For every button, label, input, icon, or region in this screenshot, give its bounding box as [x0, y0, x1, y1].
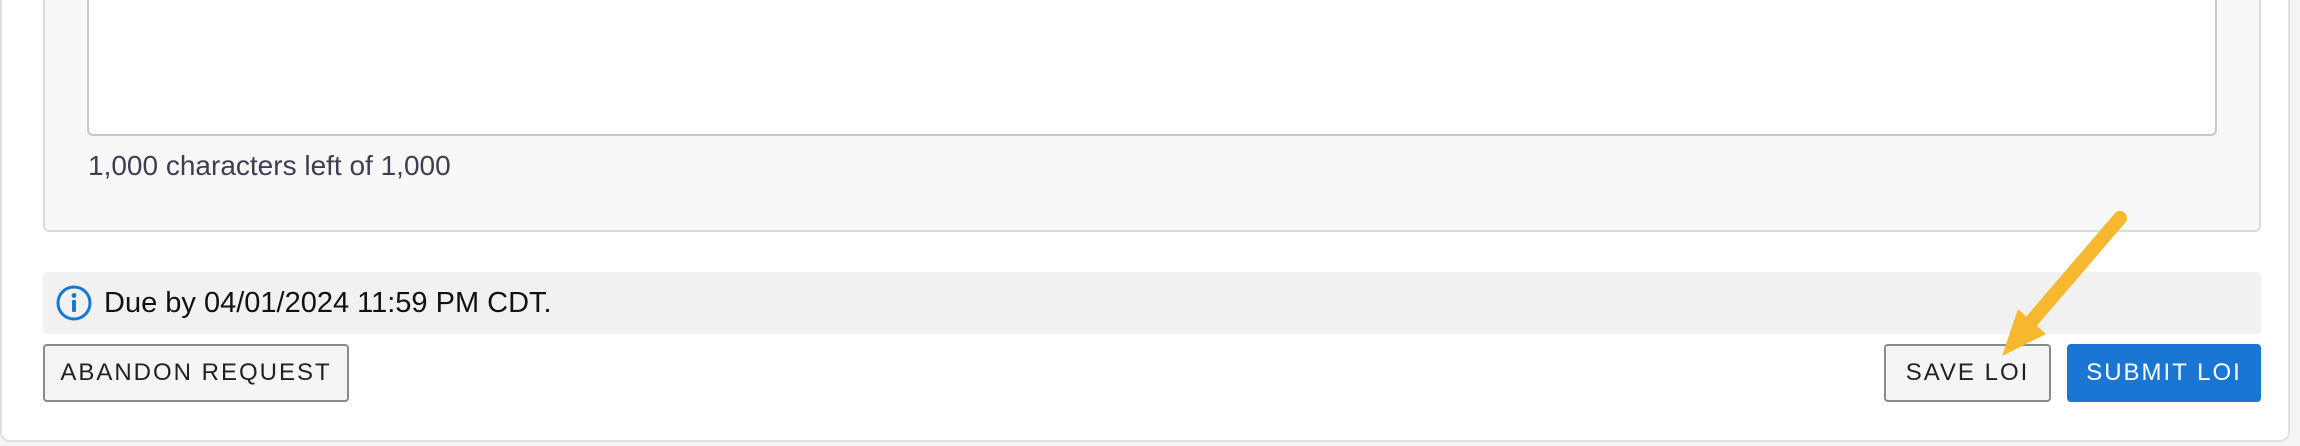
character-counter: 1,000 characters left of 1,000 [88, 150, 451, 181]
comment-textarea[interactable] [87, 0, 2217, 136]
info-icon [56, 285, 92, 321]
abandon-request-button[interactable]: ABANDON REQUEST [43, 344, 349, 402]
loi-form-page: 1,000 characters left of 1,000 Due by 04… [0, 0, 2300, 446]
due-date-text: Due by 04/01/2024 11:59 PM CDT. [104, 287, 552, 319]
due-date-notice: Due by 04/01/2024 11:59 PM CDT. [43, 272, 2261, 334]
submit-loi-button[interactable]: SUBMIT LOI [2067, 344, 2261, 402]
save-loi-button[interactable]: SAVE LOI [1884, 344, 2051, 402]
